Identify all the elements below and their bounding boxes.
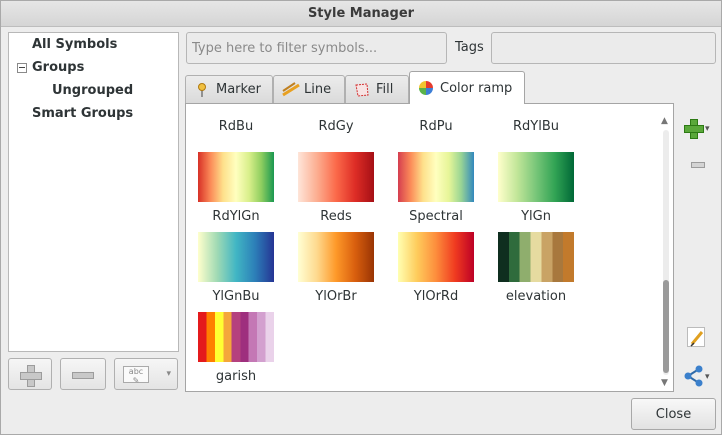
tab-marker[interactable]: Marker <box>185 75 273 103</box>
ramp-swatch <box>198 232 274 282</box>
color-ramp-item[interactable]: RdBu <box>198 114 274 134</box>
close-button[interactable]: Close <box>631 398 716 430</box>
ramp-swatch <box>398 152 474 202</box>
color-ramp-item[interactable]: Spectral <box>398 152 474 224</box>
ramp-swatch <box>398 232 474 282</box>
ramp-scroll-area: RdBu RdGy RdPu RdYlBu RdYlGn Reds Spectral YlGn… <box>186 114 658 393</box>
ramp-name: RdGy <box>318 119 354 134</box>
scrollbar-thumb[interactable] <box>663 280 669 373</box>
window-title: Style Manager <box>1 1 721 27</box>
ramp-swatch <box>498 152 574 202</box>
ramp-name: YlGn <box>521 209 551 224</box>
ramp-name: RdYlGn <box>212 209 260 224</box>
tab-line[interactable]: Line <box>273 75 345 103</box>
ramp-name: YlGnBu <box>212 289 260 304</box>
ramp-name: RdBu <box>218 119 254 134</box>
share-icon[interactable] <box>683 365 705 387</box>
color-ramp-item[interactable]: RdPu <box>398 114 474 134</box>
color-ramp-item[interactable]: garish <box>198 312 274 384</box>
rename-group-button[interactable]: abc ✎ ▾ <box>114 358 178 390</box>
style-manager-window: Style Manager All Symbols Groups Ungroup… <box>0 0 722 435</box>
ramp-name: Reds <box>320 209 352 224</box>
color-ramp-item[interactable]: Reds <box>298 152 374 224</box>
ramp-swatch <box>298 232 374 282</box>
tab-fill[interactable]: Fill <box>345 75 409 103</box>
color-ramp-item[interactable]: RdYlBu <box>498 114 574 134</box>
chevron-down-icon[interactable]: ▾ <box>705 124 710 134</box>
tree-item-ungrouped[interactable]: Ungrouped <box>52 83 133 98</box>
marker-icon <box>194 82 210 98</box>
vertical-scrollbar[interactable]: ▲ ▼ <box>659 114 673 391</box>
remove-item-minus-icon[interactable] <box>691 162 705 168</box>
tree-item-groups[interactable]: Groups <box>32 60 84 75</box>
color-ramp-item[interactable]: RdYlGn <box>198 152 274 224</box>
symbol-group-tree[interactable]: All Symbols Groups Ungrouped Smart Group… <box>8 32 179 352</box>
chevron-down-icon[interactable]: ▾ <box>705 372 710 382</box>
edit-icon[interactable] <box>687 327 705 347</box>
line-icon <box>282 81 300 98</box>
green-plus-icon[interactable] <box>684 119 704 139</box>
tab-color-ramp[interactable]: Color ramp <box>409 71 525 104</box>
ramp-swatch <box>198 152 274 202</box>
ramp-name: RdYlBu <box>513 119 559 134</box>
ramp-name: YlOrBr <box>315 289 357 304</box>
ramp-name: YlOrRd <box>413 289 459 304</box>
minus-icon <box>72 372 94 379</box>
ramp-swatch <box>198 312 274 362</box>
chevron-down-icon: ▾ <box>166 369 171 379</box>
color-ramp-item[interactable]: YlGn <box>498 152 574 224</box>
scroll-down-icon[interactable]: ▼ <box>661 378 668 388</box>
ramp-name: Spectral <box>409 209 463 224</box>
color-ramp-item[interactable]: YlGnBu <box>198 232 274 304</box>
ramp-swatch <box>498 232 574 282</box>
tags-label: Tags <box>455 40 484 55</box>
plus-icon <box>20 365 42 387</box>
tree-item-smart-groups[interactable]: Smart Groups <box>32 106 133 121</box>
filter-symbols-input[interactable] <box>186 32 447 64</box>
color-wheel-icon <box>418 80 434 96</box>
scroll-up-icon[interactable]: ▲ <box>661 116 668 126</box>
fill-icon <box>354 82 370 98</box>
abc-rename-icon: abc ✎ <box>123 366 149 385</box>
remove-group-button[interactable] <box>60 358 106 390</box>
color-ramp-item[interactable]: RdGy <box>298 114 374 134</box>
tree-item-all-symbols[interactable]: All Symbols <box>32 37 117 52</box>
ramp-name: RdPu <box>419 119 453 134</box>
ramp-swatch <box>298 152 374 202</box>
collapse-icon[interactable] <box>17 63 27 73</box>
ramp-name: elevation <box>505 289 567 304</box>
color-ramp-item[interactable]: YlOrRd <box>398 232 474 304</box>
tags-input[interactable] <box>491 32 716 64</box>
color-ramp-item[interactable]: YlOrBr <box>298 232 374 304</box>
ramp-name: garish <box>215 369 257 384</box>
color-ramp-item[interactable]: elevation <box>498 232 574 304</box>
color-ramp-list[interactable]: RdBu RdGy RdPu RdYlBu RdYlGn Reds Spectral YlGn… <box>185 103 674 392</box>
add-group-button[interactable] <box>8 358 52 390</box>
